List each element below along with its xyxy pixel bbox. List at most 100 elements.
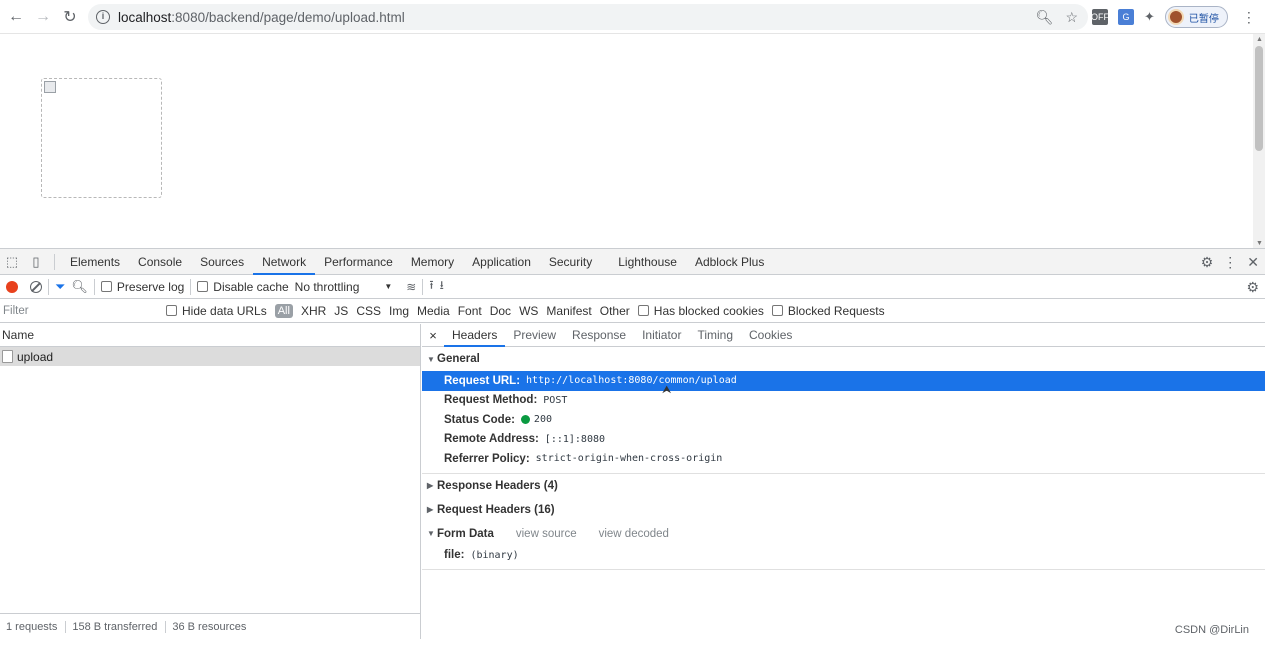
- inspect-element-icon[interactable]: ⬚: [0, 249, 24, 275]
- filter-input[interactable]: Filter: [0, 299, 150, 323]
- request-url-row[interactable]: Request URL: http://localhost:8080/commo…: [422, 371, 1265, 391]
- clear-icon[interactable]: [30, 280, 42, 293]
- zoom-icon[interactable]: 🔍︎: [1036, 9, 1054, 26]
- close-devtools-icon[interactable]: ✕: [1247, 254, 1259, 271]
- tab-adblock-plus[interactable]: Adblock Plus: [686, 249, 773, 275]
- form-data-title: Form Data: [437, 527, 494, 540]
- preserve-log-checkbox[interactable]: Preserve log: [100, 279, 185, 294]
- filter-type-css[interactable]: CSS: [356, 304, 381, 318]
- tab-preview[interactable]: Preview: [505, 324, 564, 347]
- general-section-header[interactable]: ▼ General: [422, 347, 1265, 371]
- more-options-icon[interactable]: ⋮: [1223, 254, 1237, 271]
- profile-button[interactable]: 已暂停: [1164, 6, 1228, 28]
- form-data-section-header[interactable]: ▼ Form Data view source view decoded: [422, 522, 1265, 546]
- disable-cache-checkbox[interactable]: Disable cache: [197, 279, 289, 294]
- tab-network[interactable]: Network: [253, 249, 316, 275]
- checkbox-box[interactable]: [637, 305, 649, 316]
- response-headers-title: Response Headers (4): [437, 479, 558, 492]
- view-decoded-link[interactable]: view decoded: [599, 528, 669, 540]
- divider: [93, 278, 95, 295]
- page-scrollbar[interactable]: ▲ ▼: [1253, 34, 1265, 248]
- divider: [190, 278, 192, 295]
- hide-data-urls-checkbox[interactable]: Hide data URLs: [166, 304, 267, 318]
- scrollbar-thumb[interactable]: [1255, 46, 1263, 151]
- tab-memory[interactable]: Memory: [402, 249, 463, 275]
- export-har-icon[interactable]: ⭳: [440, 276, 444, 297]
- divider: [54, 253, 55, 270]
- forward-arrow-icon[interactable]: →: [30, 4, 56, 30]
- back-arrow-icon[interactable]: ←: [3, 4, 29, 30]
- request-name: upload: [17, 349, 54, 364]
- filter-type-media[interactable]: Media: [417, 304, 450, 318]
- network-conditions-icon[interactable]: ≋: [406, 280, 416, 294]
- checkbox-box[interactable]: [100, 281, 112, 292]
- devtools-panel: ⬚ ▯ Elements Console Sources Network Per…: [0, 248, 1265, 645]
- device-toolbar-icon[interactable]: ▯: [24, 249, 48, 275]
- tab-console[interactable]: Console: [129, 249, 191, 275]
- triangle-down-icon: ▼: [427, 354, 435, 364]
- tab-application[interactable]: Application: [463, 249, 540, 275]
- preserve-log-label: Preserve log: [116, 279, 185, 294]
- tab-lighthouse[interactable]: Lighthouse: [609, 249, 686, 275]
- scroll-down-icon[interactable]: ▼: [1256, 240, 1263, 247]
- filter-type-js[interactable]: JS: [334, 304, 348, 318]
- filter-type-font[interactable]: Font: [458, 304, 482, 318]
- checkbox-box[interactable]: [166, 305, 177, 316]
- referrer-policy-row[interactable]: Referrer Policy: strict-origin-when-cros…: [422, 449, 1265, 469]
- has-blocked-cookies-checkbox[interactable]: Has blocked cookies: [637, 304, 764, 318]
- checkbox-box[interactable]: [197, 281, 209, 292]
- document-icon: [2, 350, 13, 363]
- filter-type-manifest[interactable]: Manifest: [546, 304, 591, 318]
- request-list: Name upload 1 requests 158 B transferred…: [0, 324, 421, 639]
- search-icon[interactable]: 🔍︎: [71, 279, 88, 295]
- remote-address-row[interactable]: Remote Address: [::1]:8080: [422, 430, 1265, 450]
- browser-menu-icon[interactable]: ⋮: [1242, 9, 1256, 26]
- filter-funnel-icon[interactable]: ⏷: [55, 279, 65, 295]
- filter-type-img[interactable]: Img: [389, 304, 409, 318]
- throttling-select[interactable]: No throttling ▼: [295, 280, 393, 294]
- tab-cookies[interactable]: Cookies: [741, 324, 800, 347]
- bookmark-star-icon[interactable]: ☆: [1065, 9, 1078, 26]
- record-icon[interactable]: [6, 280, 18, 293]
- column-header-name[interactable]: Name: [0, 324, 420, 347]
- settings-gear-icon[interactable]: ⚙: [1201, 254, 1214, 271]
- form-data-row[interactable]: file: (binary): [422, 546, 1265, 566]
- request-method-row[interactable]: Request Method: POST: [422, 391, 1265, 411]
- network-settings-gear-icon[interactable]: ⚙: [1246, 279, 1259, 296]
- filter-type-all[interactable]: All: [274, 303, 293, 318]
- translate-icon[interactable]: G: [1118, 9, 1134, 25]
- form-value: (binary): [470, 549, 519, 561]
- request-headers-section-header[interactable]: ▶ Request Headers (16): [422, 498, 1265, 522]
- table-row[interactable]: upload: [0, 347, 420, 366]
- disable-cache-label: Disable cache: [213, 279, 289, 294]
- status-code-row[interactable]: Status Code: 200: [422, 410, 1265, 430]
- tab-response[interactable]: Response: [564, 324, 634, 347]
- tab-timing[interactable]: Timing: [689, 324, 741, 347]
- address-bar[interactable]: i localhost:8080/backend/page/demo/uploa…: [88, 4, 1088, 30]
- network-toolbar: ⏷ 🔍︎ Preserve log Disable cache No throt…: [0, 275, 1265, 299]
- filter-type-doc[interactable]: Doc: [490, 304, 511, 318]
- close-icon[interactable]: ×: [422, 328, 444, 343]
- scroll-up-icon[interactable]: ▲: [1256, 36, 1263, 43]
- upload-image-placeholder[interactable]: [41, 78, 162, 198]
- tab-performance[interactable]: Performance: [315, 249, 402, 275]
- tab-headers[interactable]: Headers: [444, 324, 506, 347]
- extension-off-icon[interactable]: OFF: [1091, 9, 1109, 25]
- filter-type-xhr[interactable]: XHR: [301, 304, 326, 318]
- site-info-icon[interactable]: i: [96, 10, 110, 24]
- tab-sources[interactable]: Sources: [191, 249, 253, 275]
- blocked-requests-checkbox[interactable]: Blocked Requests: [771, 304, 885, 318]
- form-key: file:: [444, 549, 465, 562]
- import-har-icon[interactable]: ⭱: [429, 276, 433, 297]
- tab-initiator[interactable]: Initiator: [634, 324, 689, 347]
- extensions-puzzle-icon[interactable]: ✦: [1144, 9, 1155, 25]
- view-source-link[interactable]: view source: [516, 528, 577, 540]
- devtools-tabbar: ⬚ ▯ Elements Console Sources Network Per…: [0, 249, 1265, 275]
- filter-type-other[interactable]: Other: [600, 304, 630, 318]
- tab-elements[interactable]: Elements: [61, 249, 129, 275]
- filter-type-ws[interactable]: WS: [519, 304, 538, 318]
- reload-icon[interactable]: ↻: [57, 4, 83, 30]
- checkbox-box[interactable]: [771, 305, 783, 316]
- response-headers-section-header[interactable]: ▶ Response Headers (4): [422, 474, 1265, 498]
- tab-security[interactable]: Security: [540, 249, 601, 275]
